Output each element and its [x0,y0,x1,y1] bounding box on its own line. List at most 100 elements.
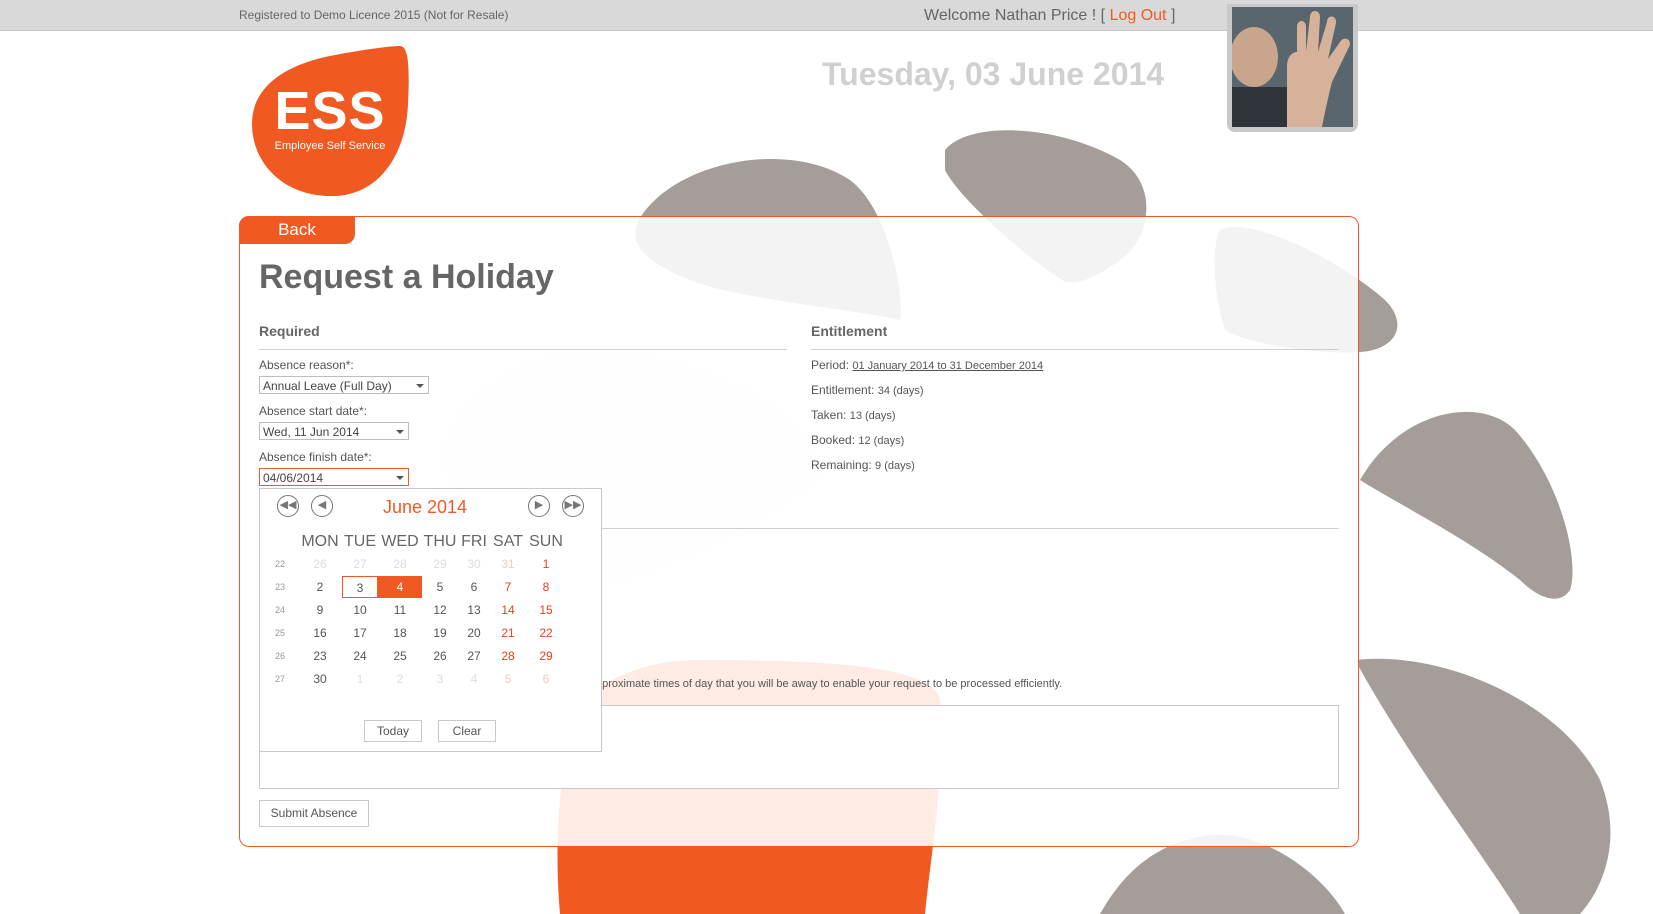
start-date-label: Absence start date*: [259,404,368,418]
date-picker-popup: ◀◀ ◀ June 2014 ▶ ▶▶ MON TUE WED THU FRI SAT SU… [259,488,602,752]
remaining-value: 9 (days) [875,460,915,472]
calendar-day[interactable]: 26 [300,553,340,575]
finish-date-label: Absence finish date*: [259,450,372,464]
calendar-day[interactable]: 29 [526,645,566,667]
welcome-bracket-close: ] [1170,7,1176,24]
bg-petal-grey-5 [1355,658,1611,914]
page-title: Request a Holiday [259,258,554,296]
last-page-icon[interactable]: ▶▶ [562,495,584,517]
top-bar: Registered to Demo Licence 2015 (Not for… [0,0,1653,31]
bg-petal-grey-4 [1360,411,1573,599]
calendar-day[interactable]: 28 [380,553,420,575]
period-link[interactable]: 01 January 2014 to 31 December 2014 [852,360,1043,372]
calendar-day[interactable]: 3 [342,576,378,598]
back-button[interactable]: Back [239,216,355,244]
week-number: 22 [274,559,285,569]
week-number: 23 [274,582,285,592]
weekday-header: WED [381,533,419,550]
calendar-day[interactable]: 23 [300,645,340,667]
calendar-clear-button[interactable]: Clear [438,720,496,742]
entitlement-heading: Entitlement [811,323,888,339]
weekday-header: TUE [344,533,376,550]
absence-reason-select[interactable]: Annual Leave (Full Day) [259,376,429,394]
week-number: 24 [274,605,285,615]
entitlement-divider [811,349,1339,350]
required-heading: Required [259,323,320,339]
calendar-day[interactable]: 21 [488,622,528,644]
chevron-down-icon [396,476,404,480]
calendar-day[interactable]: 27 [340,553,380,575]
finish-date-select[interactable]: 04/06/2014 [259,468,409,486]
avatar [1232,7,1353,127]
user-avatar-frame [1227,4,1358,132]
period-label: Period: [811,358,850,372]
chevron-down-icon [396,430,404,434]
calendar-day[interactable]: 1 [526,553,566,575]
ess-logo: ESS Employee Self Service [250,44,410,196]
current-date: Tuesday, 03 June 2014 [822,56,1165,92]
calendar-day[interactable]: 18 [380,622,420,644]
weekday-header: SUN [529,533,563,550]
logo-wordmark: ESS [274,81,386,141]
welcome-text: Welcome Nathan Price ! [ Log Out ] [924,7,1175,25]
finish-date-value: 04/06/2014 [263,471,324,485]
avatar-photo [1232,7,1353,127]
logo-tagline: Employee Self Service [274,140,386,152]
calendar-day[interactable]: 31 [488,553,528,575]
calendar-day[interactable]: 30 [300,668,340,690]
remaining-row: Remaining: 9 (days) [811,458,915,472]
section-divider [596,528,1339,529]
licence-text: Registered to Demo Licence 2015 (Not for… [239,8,509,22]
week-number: 26 [274,651,285,661]
entitlement-row: Entitlement: 34 (days) [811,383,924,397]
booked-label: Booked: [811,433,856,447]
period-row: Period: 01 January 2014 to 31 December 2… [811,358,1043,372]
calendar-day[interactable]: 9 [300,599,340,621]
taken-row: Taken: 13 (days) [811,408,896,422]
calendar-month-title[interactable]: June 2014 [360,495,490,519]
calendar-day[interactable]: 25 [380,645,420,667]
next-page-icon[interactable]: ▶ [528,495,550,517]
start-date-select[interactable]: Wed, 11 Jun 2014 [259,422,409,440]
weekday-header: SAT [493,533,523,550]
calendar-day[interactable]: 22 [526,622,566,644]
week-number: 25 [274,628,285,638]
entitlement-value: 34 (days) [877,385,924,397]
weekday-header: MON [301,533,339,550]
calendar-day[interactable]: 14 [488,599,528,621]
absence-reason-label: Absence reason*: [259,358,354,372]
calendar-day[interactable]: 8 [526,576,566,598]
booked-row: Booked: 12 (days) [811,433,904,447]
calendar-day[interactable]: 6 [526,668,566,690]
remaining-label: Remaining: [811,458,872,472]
taken-label: Taken: [811,408,847,422]
calendar-day[interactable]: 15 [526,599,566,621]
required-divider [259,349,787,350]
calendar-day[interactable]: 2 [380,668,420,690]
calendar-day[interactable]: 28 [488,645,528,667]
calendar-day[interactable]: 10 [340,599,380,621]
entitlement-label: Entitlement: [811,383,875,397]
notes-instruction: pproximate times of day that you will be… [596,678,1063,690]
calendar-day[interactable]: 16 [300,622,340,644]
start-date-value: Wed, 11 Jun 2014 [263,425,360,439]
booked-value: 12 (days) [858,435,905,447]
week-number: 27 [274,674,285,684]
calendar-day[interactable]: 11 [380,599,420,621]
calendar-day[interactable]: 4 [378,576,422,598]
calendar-day[interactable]: 7 [488,576,528,598]
calendar-day[interactable]: 5 [488,668,528,690]
welcome-greeting: Welcome Nathan Price ! [ [924,7,1106,24]
calendar-day[interactable]: 1 [340,668,380,690]
calendar-day[interactable]: 2 [300,576,340,598]
submit-absence-button[interactable]: Submit Absence [259,800,369,827]
chevron-down-icon [416,384,424,388]
calendar-day[interactable]: 17 [340,622,380,644]
calendar-today-button[interactable]: Today [364,720,422,742]
taken-value: 13 (days) [849,410,896,422]
first-page-icon[interactable]: ◀◀ [277,495,299,517]
logout-link[interactable]: Log Out [1110,7,1167,24]
calendar-day[interactable]: 24 [340,645,380,667]
prev-page-icon[interactable]: ◀ [311,495,333,517]
absence-reason-value: Annual Leave (Full Day) [263,379,392,393]
